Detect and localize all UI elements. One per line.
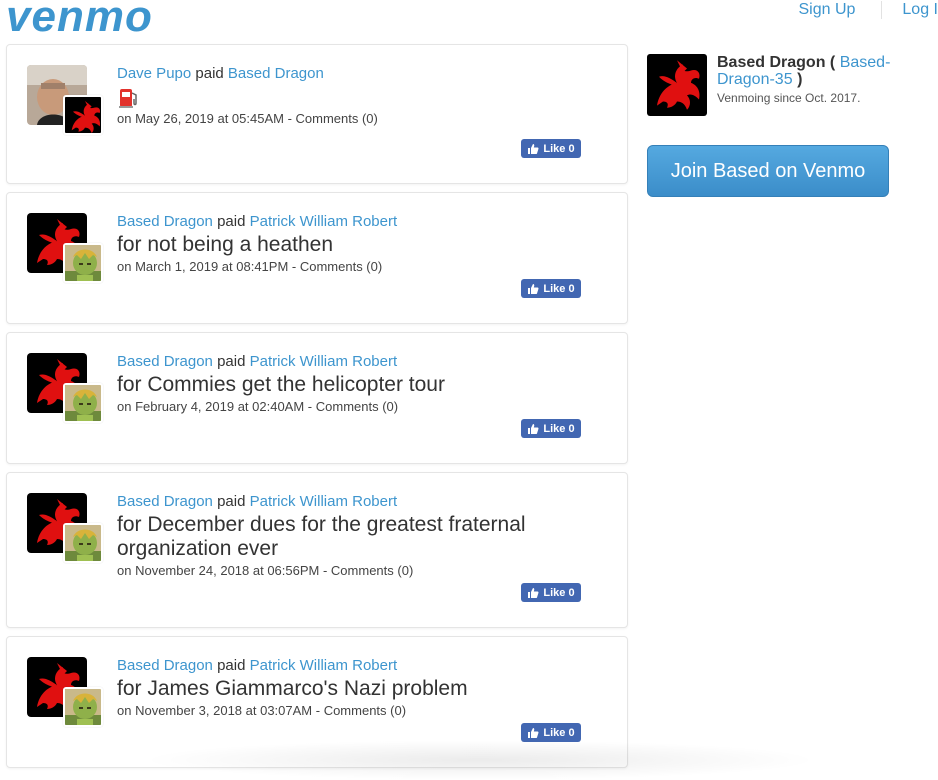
- profile-avatar: [647, 54, 707, 116]
- date-text: on February 4, 2019 at 02:40AM: [117, 399, 304, 414]
- comments-link[interactable]: Comments (0): [316, 399, 398, 414]
- avatar-pair: [27, 353, 103, 425]
- target-link[interactable]: Patrick William Robert: [250, 213, 398, 230]
- paren-open: (: [830, 54, 835, 71]
- feed-item: Based Dragon paid Patrick William Robert…: [6, 636, 628, 768]
- target-avatar[interactable]: [63, 687, 103, 727]
- target-link[interactable]: Patrick William Robert: [250, 657, 398, 674]
- like-label: Like 0: [543, 727, 574, 739]
- verb-text: paid: [217, 493, 245, 510]
- transaction-line: Based Dragon paid Patrick William Robert: [117, 213, 607, 231]
- payment-note: for not being a heathen: [117, 233, 607, 257]
- payment-feed: Dave Pupo paid Based Dragon on May 26, 2…: [6, 44, 628, 776]
- transaction-line: Based Dragon paid Patrick William Robert: [117, 657, 607, 675]
- comments-link[interactable]: Comments (0): [324, 703, 406, 718]
- target-avatar[interactable]: [63, 95, 103, 135]
- profile-info: Based Dragon ( Based-Dragon-35 ) Venmoin…: [717, 54, 917, 105]
- avatar-pair: [27, 65, 103, 137]
- sign-up-link[interactable]: Sign Up: [798, 1, 855, 19]
- target-link[interactable]: Patrick William Robert: [250, 493, 398, 510]
- timestamp-line: on February 4, 2019 at 02:40AM - Comment…: [117, 399, 607, 414]
- verb-text: paid: [217, 353, 245, 370]
- transaction-line: Based Dragon paid Patrick William Robert: [117, 353, 607, 371]
- thumbs-up-icon: [527, 143, 539, 155]
- target-link[interactable]: Based Dragon: [228, 65, 324, 82]
- verb-text: paid: [217, 657, 245, 674]
- facebook-like-button[interactable]: Like 0: [521, 583, 581, 602]
- comments-link[interactable]: Comments (0): [296, 111, 378, 126]
- like-label: Like 0: [543, 587, 574, 599]
- feed-item: Based Dragon paid Patrick William Robert…: [6, 192, 628, 324]
- actor-link[interactable]: Based Dragon: [117, 657, 213, 674]
- facebook-like-button[interactable]: Like 0: [521, 419, 581, 438]
- facebook-like-button[interactable]: Like 0: [521, 279, 581, 298]
- like-label: Like 0: [543, 423, 574, 435]
- timestamp-line: on May 26, 2019 at 05:45AM - Comments (0…: [117, 111, 607, 126]
- thumbs-up-icon: [527, 587, 539, 599]
- log-in-link[interactable]: Log I: [902, 1, 938, 19]
- character-avatar-icon: [65, 689, 103, 727]
- avatar-pair: [27, 493, 103, 565]
- dragon-avatar-icon: [647, 54, 707, 116]
- payment-note: for James Giammarco's Nazi problem: [117, 677, 607, 701]
- avatar-pair: [27, 657, 103, 729]
- profile-name: Based Dragon: [717, 54, 825, 71]
- join-venmo-button[interactable]: Join Based on Venmo: [647, 145, 889, 197]
- actor-link[interactable]: Based Dragon: [117, 213, 213, 230]
- top-navigation: Sign Up Log I: [798, 0, 938, 20]
- character-avatar-icon: [65, 385, 103, 423]
- actor-link[interactable]: Based Dragon: [117, 493, 213, 510]
- timestamp-line: on November 3, 2018 at 03:07AM - Comment…: [117, 703, 607, 718]
- target-avatar[interactable]: [63, 383, 103, 423]
- thumbs-up-icon: [527, 283, 539, 295]
- timestamp-line: on March 1, 2019 at 08:41PM - Comments (…: [117, 259, 607, 274]
- gas-pump-icon: [117, 85, 139, 109]
- dragon-avatar-icon: [65, 97, 103, 135]
- avatar-pair: [27, 213, 103, 285]
- venmo-logo[interactable]: venmo: [6, 0, 153, 42]
- target-avatar[interactable]: [63, 523, 103, 563]
- verb-text: paid: [195, 65, 223, 82]
- payment-note: for December dues for the greatest frate…: [117, 513, 607, 561]
- payment-note: for Commies get the helicopter tour: [117, 373, 607, 397]
- nav-divider: [881, 1, 882, 19]
- character-avatar-icon: [65, 525, 103, 563]
- verb-text: paid: [217, 213, 245, 230]
- thumbs-up-icon: [527, 423, 539, 435]
- date-text: on November 24, 2018 at 06:56PM: [117, 563, 319, 578]
- character-avatar-icon: [65, 245, 103, 283]
- comments-link[interactable]: Comments (0): [300, 259, 382, 274]
- feed-item: Based Dragon paid Patrick William Robert…: [6, 332, 628, 464]
- like-label: Like 0: [543, 143, 574, 155]
- transaction-line: Dave Pupo paid Based Dragon: [117, 65, 607, 83]
- paren-close: ): [797, 71, 802, 88]
- actor-link[interactable]: Based Dragon: [117, 353, 213, 370]
- date-text: on November 3, 2018 at 03:07AM: [117, 703, 312, 718]
- comments-link[interactable]: Comments (0): [331, 563, 413, 578]
- target-link[interactable]: Patrick William Robert: [250, 353, 398, 370]
- date-text: on March 1, 2019 at 08:41PM: [117, 259, 288, 274]
- profile-name-line: Based Dragon ( Based-Dragon-35 ): [717, 54, 917, 88]
- feed-item: Dave Pupo paid Based Dragon on May 26, 2…: [6, 44, 628, 184]
- like-label: Like 0: [543, 283, 574, 295]
- target-avatar[interactable]: [63, 243, 103, 283]
- facebook-like-button[interactable]: Like 0: [521, 139, 581, 158]
- timestamp-line: on November 24, 2018 at 06:56PM - Commen…: [117, 563, 607, 578]
- actor-link[interactable]: Dave Pupo: [117, 65, 191, 82]
- thumbs-up-icon: [527, 727, 539, 739]
- member-since: Venmoing since Oct. 2017.: [717, 91, 917, 105]
- facebook-like-button[interactable]: Like 0: [521, 723, 581, 742]
- feed-item: Based Dragon paid Patrick William Robert…: [6, 472, 628, 628]
- date-text: on May 26, 2019 at 05:45AM: [117, 111, 284, 126]
- transaction-line: Based Dragon paid Patrick William Robert: [117, 493, 607, 511]
